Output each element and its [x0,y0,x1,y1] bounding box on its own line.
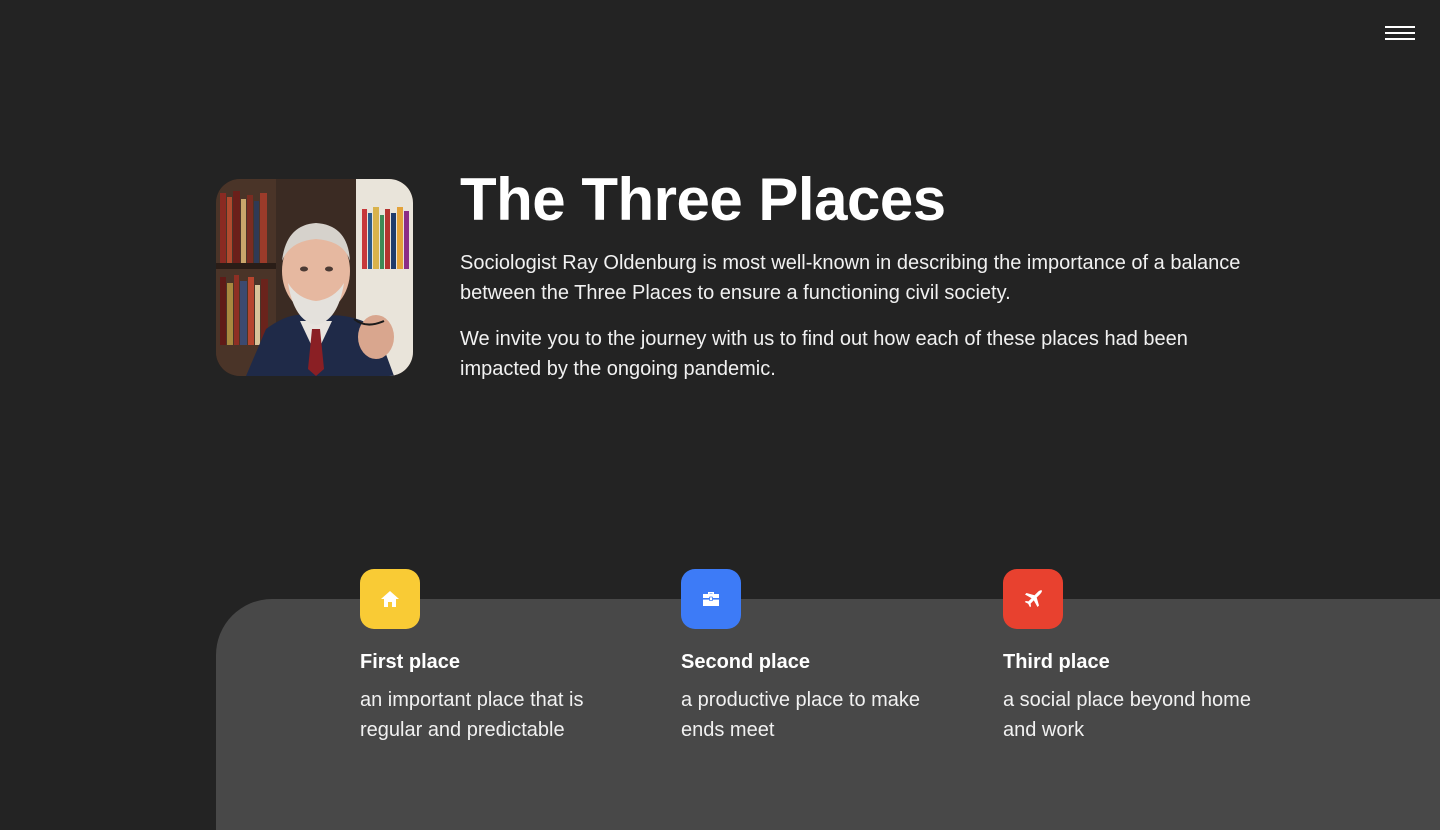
intro-section: The Three Places Sociologist Ray Oldenbu… [460,164,1250,384]
portrait-image [216,179,413,376]
place-description: an important place that is regular and p… [360,689,584,741]
place-card-first: First place an important place that is r… [360,569,630,745]
place-title: Third place [1003,651,1110,673]
page: The Three Places Sociologist Ray Oldenbu… [0,0,1440,830]
intro-paragraph-2: We invite you to the journey with us to … [460,328,1188,380]
briefcase-icon [681,569,741,629]
place-description: a productive place to make ends meet [681,689,921,741]
hamburger-menu-icon[interactable] [1380,20,1420,48]
intro-paragraph-1: Sociologist Ray Oldenburg is most well-k… [460,252,1241,304]
page-title: The Three Places [460,166,946,233]
place-card-third: Third place a social place beyond home a… [1003,569,1273,745]
place-card-second: Second place a productive place to make … [681,569,951,745]
place-title: Second place [681,651,810,673]
home-icon [360,569,420,629]
airplane-icon [1003,569,1063,629]
place-title: First place [360,651,461,673]
place-description: a social place beyond home and work [1003,689,1251,741]
